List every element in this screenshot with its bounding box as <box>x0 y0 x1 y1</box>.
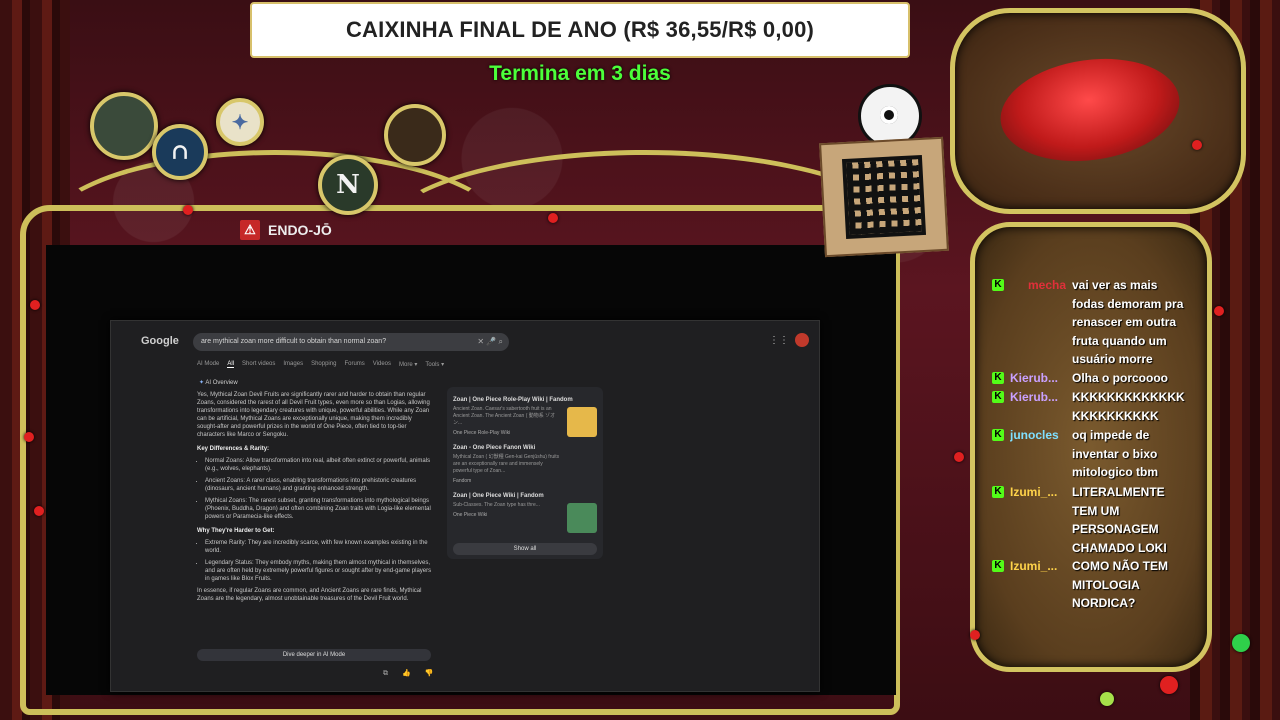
search-input[interactable]: are mythical zoan more difficult to obta… <box>193 333 509 351</box>
countdown-text: Termina em 3 dias <box>489 62 671 85</box>
chat-username[interactable]: Izumi_... <box>1010 483 1066 557</box>
chat-text: oq impede de inventar o bixo mitologico … <box>1072 428 1158 479</box>
kick-icon: K <box>992 372 1004 384</box>
source-title[interactable]: Zoan | One Piece Role-Play Wiki | Fandom <box>453 397 599 403</box>
chat-username[interactable]: Izumi_... <box>1010 557 1066 613</box>
chat-username[interactable]: mecha <box>1010 276 1066 369</box>
tab-ai-mode[interactable]: AI Mode <box>197 361 219 368</box>
game-icon: ⚠ <box>240 220 260 240</box>
kick-icon: K <box>992 486 1004 498</box>
list: Normal Zoans: Allow transformation into … <box>197 457 433 521</box>
source-snippet: Mythical Zoan ( 幻獣種 Gen-kai Genjūshu) fr… <box>453 454 560 474</box>
answer-conclusion: In essence, if regular Zoans are common,… <box>197 588 422 602</box>
avatar[interactable] <box>795 333 809 347</box>
stream-title-bar: ⚠ ENDO-JŌ <box>240 218 332 242</box>
chat-message: K Kierub... KKKKKKKKKKKKK KKKKKKKKKK <box>992 388 1188 425</box>
tab-videos[interactable]: Videos <box>373 361 391 368</box>
sources-panel: Zoan | One Piece Role-Play Wiki | Fandom… <box>447 387 603 559</box>
ai-answer: Yes, Mythical Zoan Devil Fruits are sign… <box>197 391 433 608</box>
chat-text: KKKKKKKKKKKKK KKKKKKKKKK <box>1072 390 1185 423</box>
letter-badge-text: N <box>336 170 360 200</box>
star-icon: ✦ <box>216 98 264 146</box>
tab-short-videos[interactable]: Short videos <box>242 361 275 368</box>
ornament-icon <box>24 432 34 442</box>
list: Extreme Rarity: They are incredibly scar… <box>197 539 433 583</box>
list-item: Ancient Zoans: A rarer class, enabling t… <box>205 477 433 493</box>
ornament-icon <box>1232 634 1250 652</box>
chat-message: K mecha vai ver as mais fodas demoram pr… <box>992 276 1188 369</box>
mascot-eye-icon <box>880 106 898 124</box>
dive-deeper-button[interactable]: Dive deeper in AI Mode <box>197 649 431 661</box>
chat-message: K Izumi_... LITERALMENTE TEM UM PERSONAG… <box>992 483 1188 557</box>
tab-more[interactable]: More ▾ <box>399 361 417 368</box>
ai-overview-heading: ✦ AI Overview <box>199 379 238 386</box>
tab-forums[interactable]: Forums <box>344 361 364 368</box>
ornament-icon <box>1214 306 1224 316</box>
chat-username[interactable]: Kierub... <box>1010 369 1066 388</box>
letter-badge: N <box>318 155 378 215</box>
source-card[interactable]: Zoan | One Piece Wiki | Fandom Sub-Class… <box>453 493 599 533</box>
list-item: Legendary Status: They embody myths, mak… <box>205 559 433 583</box>
source-card[interactable]: Zoan - One Piece Fanon Wiki Mythical Zoa… <box>453 445 599 484</box>
tab-all[interactable]: All <box>227 361 235 368</box>
ornament-icon <box>183 205 193 215</box>
search-query: are mythical zoan more difficult to obta… <box>201 338 387 345</box>
kick-icon: K <box>992 429 1004 441</box>
source-thumbnail <box>567 407 597 437</box>
source-snippet: Ancient Zoan. Caesar's sabertooth fruit … <box>453 406 556 426</box>
tab-images[interactable]: Images <box>283 361 303 368</box>
stream-title: ENDO-JŌ <box>268 222 332 238</box>
section-heading: Why They're Harder to Get: <box>197 528 275 534</box>
chat-message: K Izumi_... COMO NÃO TEM MITOLOGIA NORDI… <box>992 557 1188 613</box>
feedback-icons[interactable]: ⧉ 👍 👎 <box>383 669 439 678</box>
ornament-icon <box>1192 140 1202 150</box>
kick-icon: K <box>992 560 1004 572</box>
chat-text: COMO NÃO TEM MITOLOGIA NORDICA? <box>1072 559 1168 610</box>
chat-username[interactable]: junocles <box>1010 426 1066 482</box>
source-card[interactable]: Zoan | One Piece Role-Play Wiki | Fandom… <box>453 397 599 437</box>
section-heading: Key Differences & Rarity: <box>197 446 270 452</box>
kick-icon: K <box>992 391 1004 403</box>
chat-text: Olha o porcoooo <box>1072 371 1168 385</box>
ornament-icon <box>1100 692 1114 706</box>
google-logo[interactable]: Google <box>141 335 179 347</box>
source-snippet: Sub-Classes. The Zoan type has thre... <box>453 502 540 508</box>
avatar <box>90 92 158 160</box>
search-tabs: AI Mode All Short videos Images Shopping… <box>197 361 444 368</box>
list-item: Normal Zoans: Allow transformation into … <box>205 457 433 473</box>
horseshoe-icon: ∩ <box>152 124 208 180</box>
apps-grid-icon[interactable]: ⋮⋮ <box>769 335 789 346</box>
show-all-button[interactable]: Show all <box>453 543 597 555</box>
search-actions-icon[interactable]: ✕ 🎤 ⌕ <box>477 333 503 351</box>
chat-text: LITERALMENTE TEM UM PERSONAGEM CHAMADO L… <box>1072 485 1167 555</box>
source-site: Fandom <box>453 478 472 484</box>
chat-message: K Kierub... Olha o porcoooo <box>992 369 1188 388</box>
qr-code-icon <box>841 154 927 240</box>
list-item: Extreme Rarity: They are incredibly scar… <box>205 539 433 555</box>
sparkle-icon: ✦ <box>199 380 205 386</box>
ornament-icon <box>970 630 980 640</box>
qr-code-sign <box>819 136 949 258</box>
tab-shopping[interactable]: Shopping <box>311 361 336 368</box>
kick-icon: K <box>992 279 1004 291</box>
chat-message: K junocles oq impede de inventar o bixo … <box>992 426 1188 482</box>
ornament-icon <box>34 506 44 516</box>
donation-goal-text: CAIXINHA FINAL DE ANO (R$ 36,55/R$ 0,00) <box>345 17 815 42</box>
ornament-icon <box>548 213 558 223</box>
ornament-icon <box>1160 676 1178 694</box>
answer-intro: Yes, Mythical Zoan Devil Fruits are sign… <box>197 392 430 438</box>
tab-tools[interactable]: Tools ▾ <box>425 361 444 368</box>
chat-text: vai ver as mais fodas demoram pra renasc… <box>1072 278 1184 366</box>
source-title[interactable]: Zoan | One Piece Wiki | Fandom <box>453 493 599 499</box>
donation-goal-banner: CAIXINHA FINAL DE ANO (R$ 36,55/R$ 0,00) <box>250 2 910 58</box>
ornament-icon <box>30 300 40 310</box>
ai-overview-label: AI Overview <box>205 380 238 386</box>
source-title[interactable]: Zoan - One Piece Fanon Wiki <box>453 445 599 451</box>
list-item: Mythical Zoans: The rarest subset, grant… <box>205 497 433 521</box>
browser-window: Google are mythical zoan more difficult … <box>110 320 820 692</box>
ornament-icon <box>954 452 964 462</box>
avatar <box>384 104 446 166</box>
source-thumbnail <box>567 503 597 533</box>
chat-username[interactable]: Kierub... <box>1010 388 1066 425</box>
